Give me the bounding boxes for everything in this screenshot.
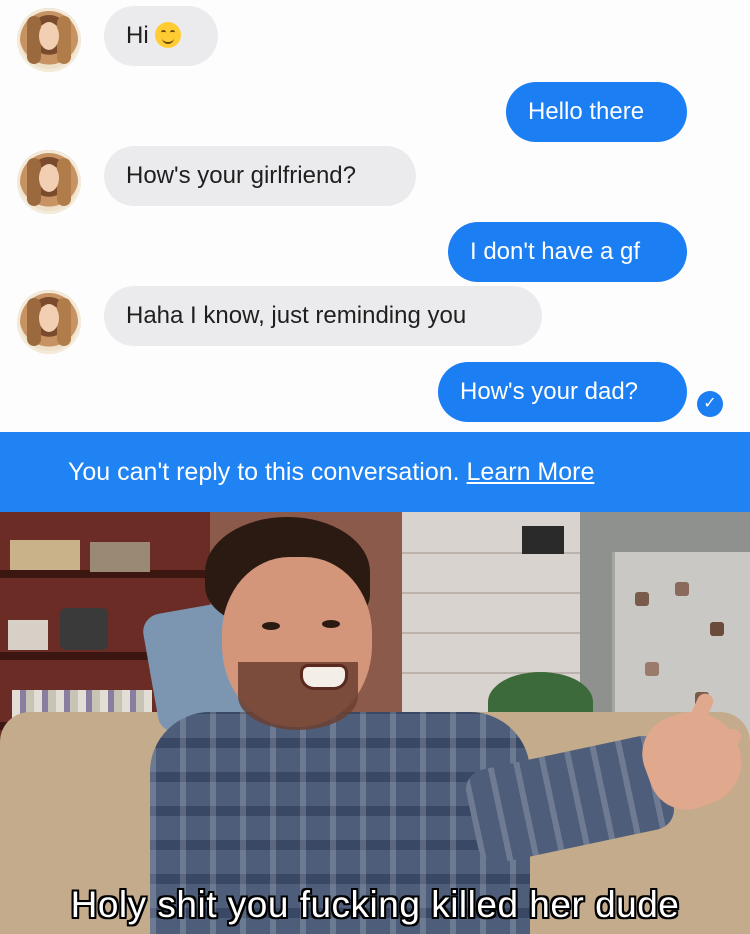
outgoing-message-bubble[interactable]: How's your dad? xyxy=(438,362,687,422)
contact-avatar[interactable] xyxy=(17,150,81,214)
cannot-reply-banner: You can't reply to this conversation. Le… xyxy=(0,432,750,512)
message-text: I don't have a gf xyxy=(470,238,641,265)
meme-caption: Holy shit you fucking killed her dude xyxy=(70,884,680,925)
message-text: How's your girlfriend? xyxy=(126,162,357,189)
conversation-thread: Hi Hello there How's your girlfriend? I … xyxy=(0,0,750,432)
message-text: Hello there xyxy=(528,98,645,125)
message-text: Haha I know, just reminding you xyxy=(126,302,467,329)
learn-more-link[interactable]: Learn More xyxy=(467,458,595,486)
seen-check-icon: ✓ xyxy=(697,391,723,417)
contact-avatar[interactable] xyxy=(17,290,81,354)
incoming-message-bubble[interactable]: Haha I know, just reminding you xyxy=(104,286,542,346)
message-text: How's your dad? xyxy=(460,378,639,405)
message-text: Hi xyxy=(126,22,149,49)
incoming-message-bubble[interactable]: Hi xyxy=(104,6,218,66)
contact-avatar[interactable] xyxy=(17,8,81,72)
smiling-face-icon xyxy=(154,21,181,48)
banner-text: You can't reply to this conversation. xyxy=(68,458,460,486)
banner-message: You can't reply to this conversation. Le… xyxy=(68,432,594,512)
outgoing-message-bubble[interactable]: Hello there xyxy=(506,82,687,142)
incoming-message-bubble[interactable]: How's your girlfriend? xyxy=(104,146,416,206)
meme-image: Holy shit you fucking killed her dude xyxy=(0,512,750,934)
outgoing-message-bubble[interactable]: I don't have a gf xyxy=(448,222,687,282)
man-figure xyxy=(0,512,750,934)
